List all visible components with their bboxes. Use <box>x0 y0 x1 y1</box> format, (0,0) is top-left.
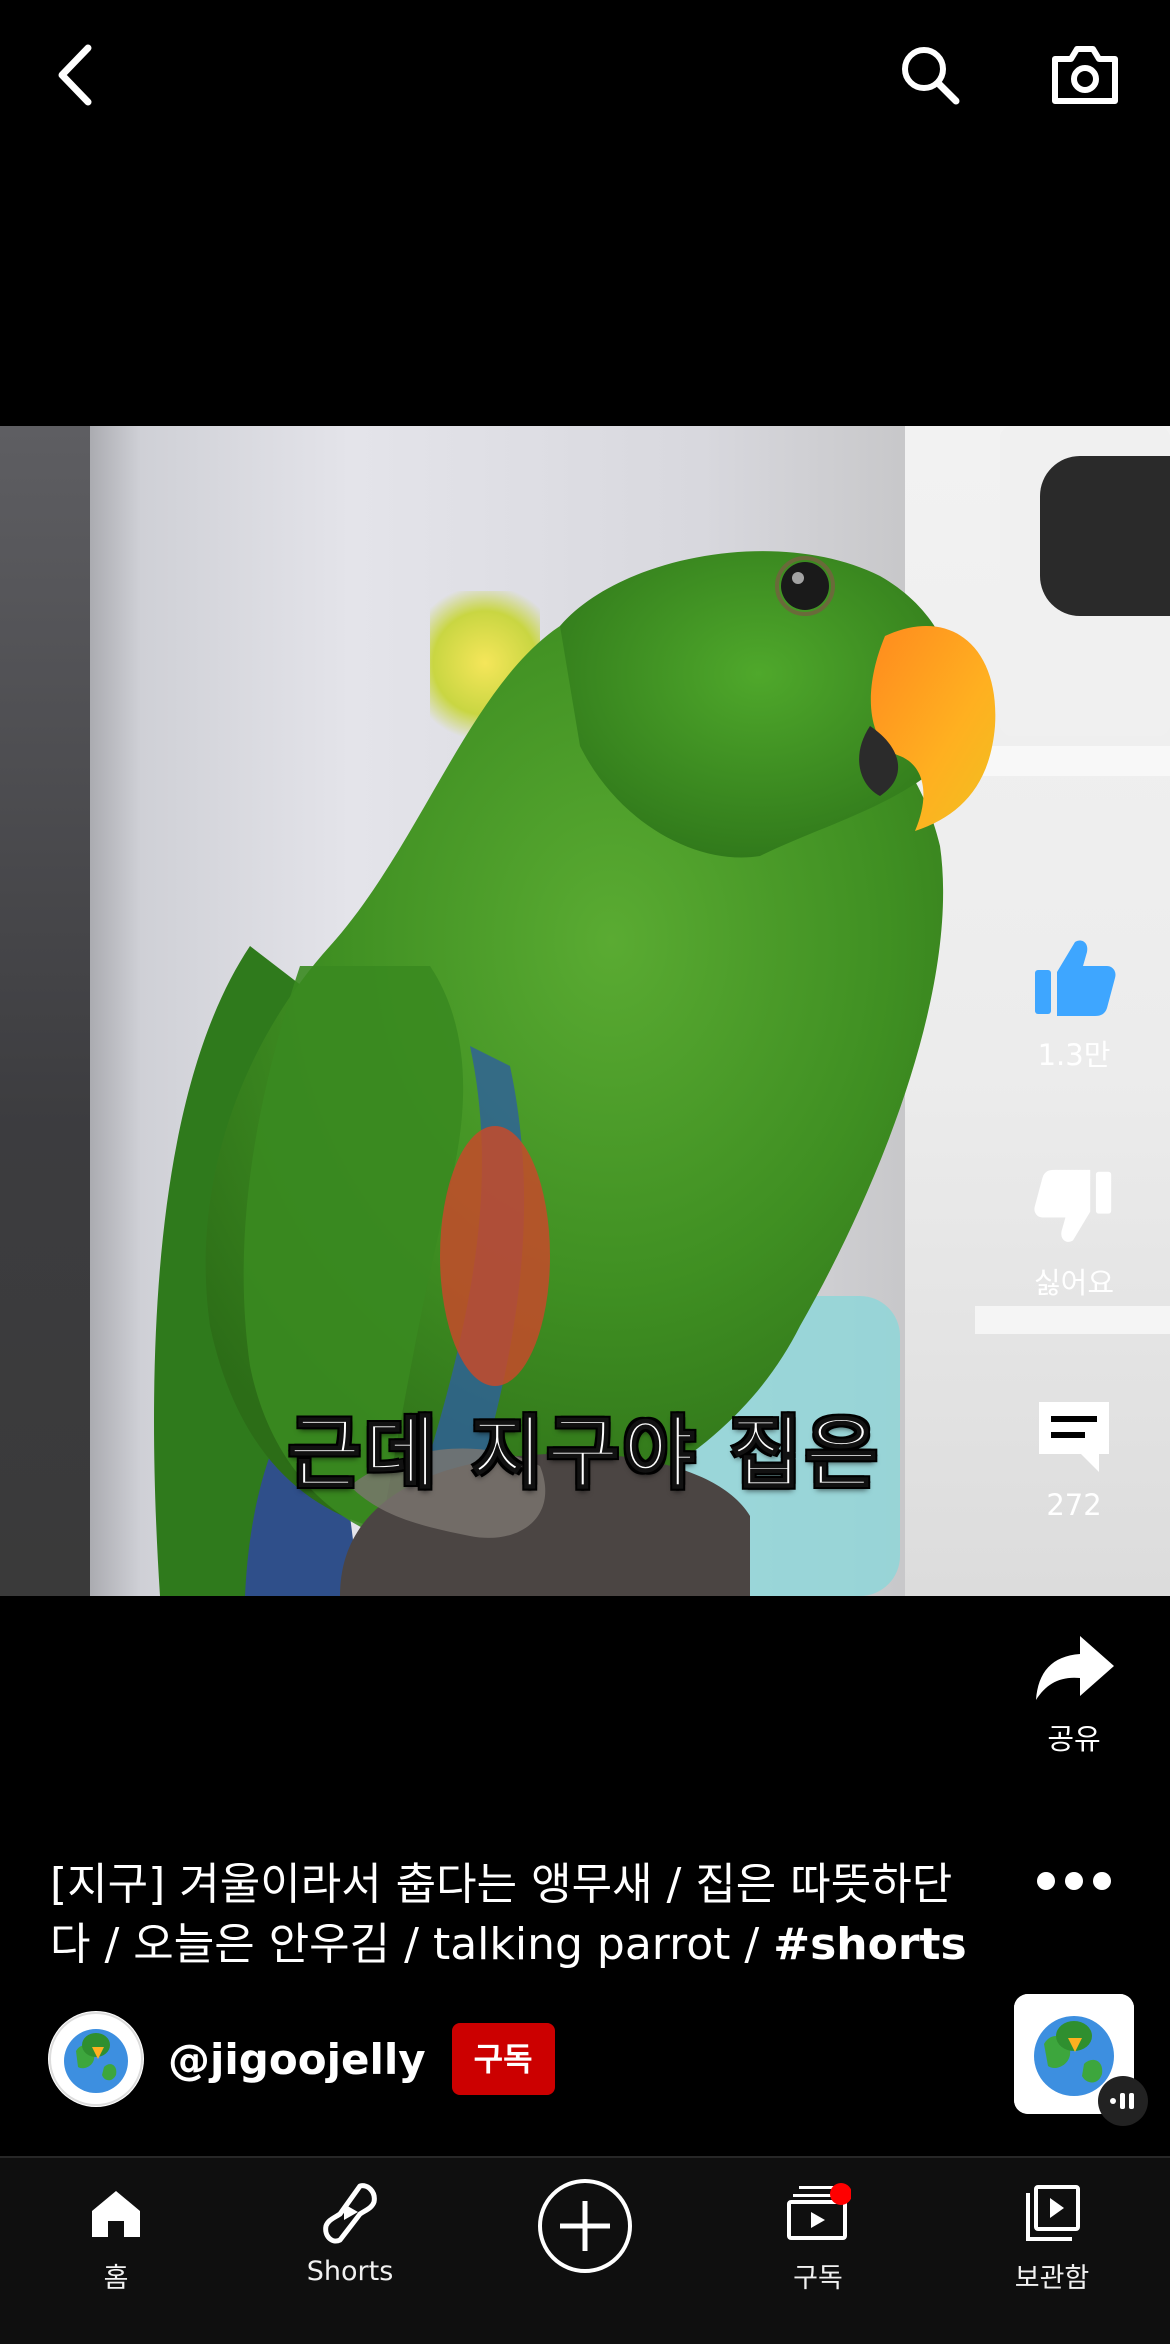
shorts-icon <box>260 2178 440 2248</box>
nav-create[interactable] <box>495 2174 675 2278</box>
comment-icon <box>994 1376 1154 1476</box>
dislike-label: 싫어요 <box>1033 1266 1115 1300</box>
nav-home-label: 홈 <box>103 2263 129 2294</box>
more-button[interactable] <box>994 1846 1154 1916</box>
subscriptions-icon <box>728 2178 908 2248</box>
nav-home[interactable]: 홈 <box>26 2178 206 2295</box>
nav-shorts-label: Shorts <box>306 2256 394 2287</box>
nav-library[interactable]: 보관함 <box>962 2178 1142 2295</box>
search-icon <box>902 47 960 105</box>
nav-subscriptions-label: 구독 <box>793 2263 843 2294</box>
channel-row: @jigoojelly 구독 <box>48 2010 555 2108</box>
camera-button[interactable] <box>1040 30 1130 120</box>
like-count: 1.3만 <box>1037 1038 1111 1072</box>
thumbs-up-icon <box>994 920 1154 1020</box>
search-button[interactable] <box>890 30 970 120</box>
nav-library-label: 보관함 <box>1014 2263 1090 2294</box>
channel-handle[interactable]: @jigoojelly <box>168 2035 426 2084</box>
create-icon <box>495 2174 675 2278</box>
like-button[interactable]: 1.3만 <box>994 920 1154 1074</box>
comment-button[interactable]: 272 <box>994 1376 1154 1522</box>
nav-shorts[interactable]: Shorts <box>260 2178 440 2287</box>
dislike-button[interactable]: 싫어요 <box>994 1148 1154 1302</box>
nav-subscriptions[interactable]: 구독 <box>728 2178 908 2295</box>
thumbs-down-icon <box>994 1148 1154 1248</box>
sound-playing-icon <box>1098 2076 1148 2126</box>
share-label: 공유 <box>1047 1722 1101 1756</box>
more-icon <box>994 1846 1154 1916</box>
comment-count: 272 <box>1046 1488 1102 1522</box>
library-icon <box>962 2178 1142 2248</box>
hashtag-link[interactable]: #shorts <box>773 1919 967 1970</box>
share-button[interactable]: 공유 <box>994 1604 1154 1758</box>
bottom-navigation: 홈 Shorts 구독 보관함 <box>0 2156 1170 2344</box>
video-title[interactable]: [지구] 겨울이라서 춥다는 앵무새 / 집은 따뜻하단다 / 오늘은 안우김 … <box>50 1855 985 1975</box>
back-button[interactable] <box>40 30 110 120</box>
avatar[interactable] <box>48 2011 144 2107</box>
back-icon <box>58 44 92 106</box>
home-icon <box>26 2178 206 2248</box>
share-icon <box>994 1604 1154 1704</box>
subscribe-button[interactable]: 구독 <box>451 2023 555 2095</box>
camera-icon <box>1052 46 1118 104</box>
